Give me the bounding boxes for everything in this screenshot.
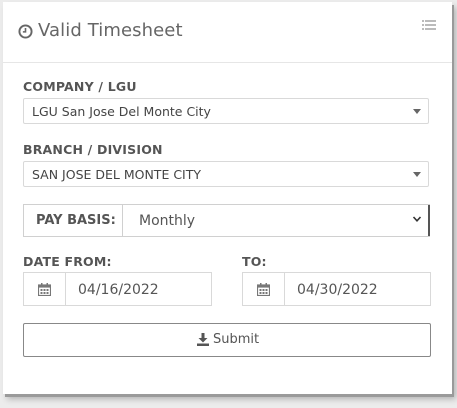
submit-button[interactable]: Submit — [23, 323, 431, 357]
date-to-input[interactable]: 04/30/2022 — [297, 282, 378, 298]
pay-basis-value: Monthly — [139, 213, 196, 229]
calendar-icon — [257, 283, 270, 296]
timesheet-panel: Valid Timesheet COMPANY / LGU LGU San Jo… — [3, 2, 452, 394]
clock-icon — [18, 24, 33, 39]
branch-select-value: SAN JOSE DEL MONTE CITY — [32, 167, 202, 182]
panel-title: Valid Timesheet — [38, 20, 183, 41]
pay-basis-addon: PAY BASIS: — [24, 205, 123, 236]
date-from-input[interactable]: 04/16/2022 — [78, 282, 159, 298]
date-to-addon[interactable] — [243, 273, 285, 305]
branch-select[interactable]: SAN JOSE DEL MONTE CITY — [23, 161, 429, 187]
date-from-label: DATE FROM: — [23, 254, 112, 269]
pay-basis-group: PAY BASIS: Monthly — [23, 204, 430, 237]
company-select-value: LGU San Jose Del Monte City — [32, 104, 211, 119]
panel-header: Valid Timesheet — [3, 2, 452, 63]
calendar-icon — [38, 283, 51, 296]
date-from-group: 04/16/2022 — [23, 272, 212, 306]
submit-label: Submit — [213, 332, 260, 347]
branch-label: BRANCH / DIVISION — [23, 142, 163, 157]
chevron-down-icon — [412, 216, 422, 222]
company-select[interactable]: LGU San Jose Del Monte City — [23, 98, 429, 124]
date-from-addon[interactable] — [24, 273, 66, 305]
caret-down-icon — [413, 172, 421, 177]
pay-basis-select[interactable]: Monthly — [122, 205, 430, 236]
pay-basis-label: PAY BASIS: — [36, 213, 116, 228]
list-icon[interactable] — [422, 19, 436, 31]
date-to-label: TO: — [242, 254, 267, 269]
download-icon — [197, 333, 209, 346]
company-label: COMPANY / LGU — [23, 79, 137, 94]
date-to-group: 04/30/2022 — [242, 272, 431, 306]
caret-down-icon — [413, 109, 421, 114]
